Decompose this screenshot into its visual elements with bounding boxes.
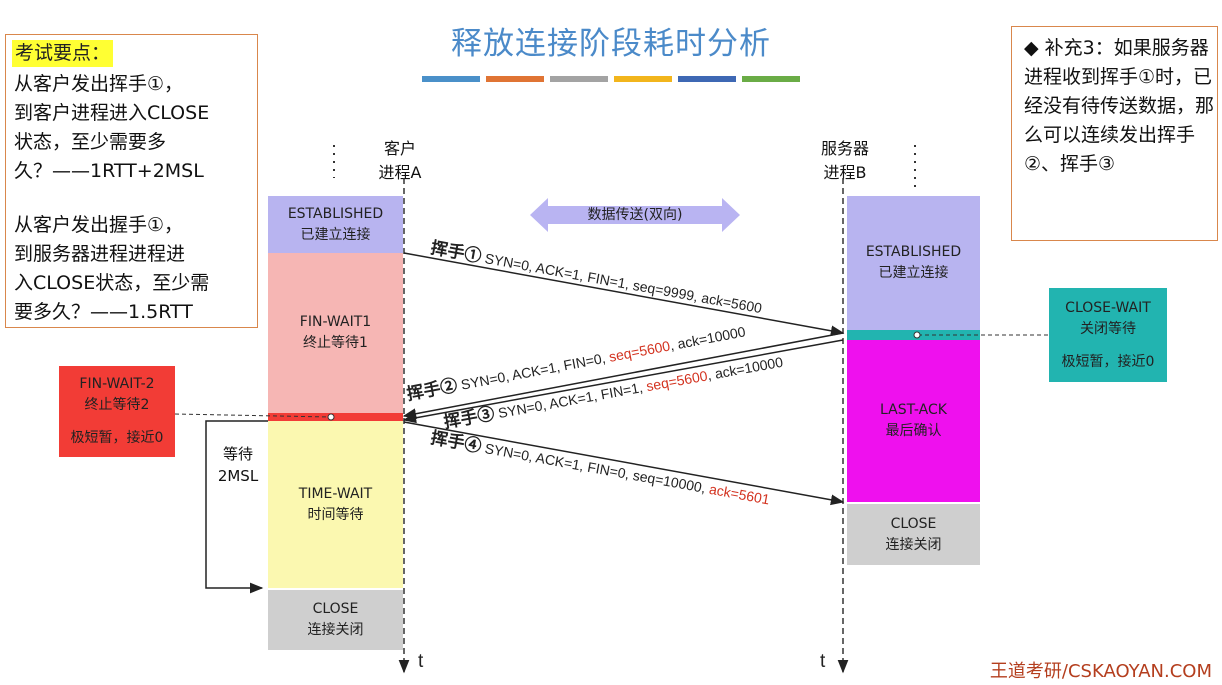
fin-wait2-leader <box>174 413 331 418</box>
close-wait-leader-dot <box>913 331 921 339</box>
msg1-arrow <box>403 252 845 337</box>
timing-diagram: 挥手①SYN=0, ACK=1, FIN=1, seq=9999, ack=56… <box>174 145 1049 674</box>
fin-wait2-leader-dot <box>327 413 335 421</box>
msg1-label: 挥手①SYN=0, ACK=1, FIN=1, seq=9999, ack=56… <box>429 237 764 317</box>
client-axis-t: t <box>418 651 424 672</box>
msg4-label: 挥手④SYN=0, ACK=1, FIN=0, seq=10000, ack=5… <box>429 427 771 508</box>
server-axis-t: t <box>820 651 826 672</box>
wait-2msl-bracket <box>205 420 268 594</box>
brand-watermark: 王道考研/CSKAOYAN.COM <box>989 661 1212 682</box>
